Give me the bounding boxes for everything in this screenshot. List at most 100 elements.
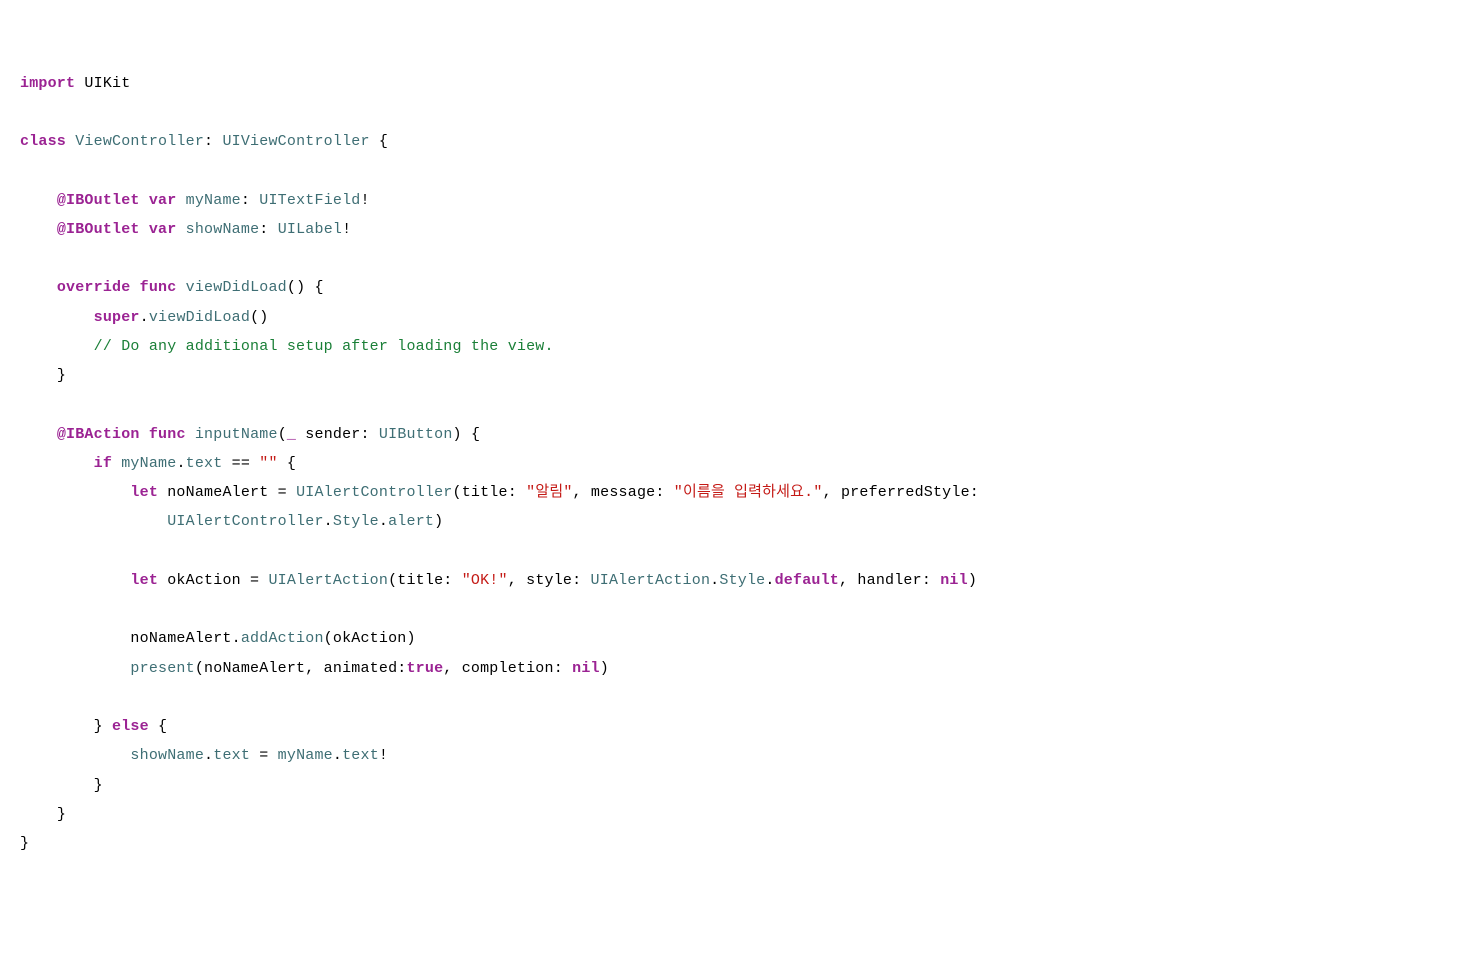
- brace: {: [149, 718, 167, 735]
- keyword-func: func: [149, 426, 186, 443]
- code-line: }: [20, 806, 66, 823]
- code-line: }: [20, 367, 66, 384]
- code-line: @IBOutlet var showName: UILabel!: [20, 221, 351, 238]
- keyword-let: let: [130, 484, 158, 501]
- bang: !: [379, 747, 388, 764]
- var-name: showName: [186, 221, 260, 238]
- dot: .: [324, 513, 333, 530]
- param: sender:: [296, 426, 379, 443]
- code-line: @IBAction func inputName(_ sender: UIBut…: [20, 426, 480, 443]
- brace: }: [94, 718, 112, 735]
- code-line: @IBOutlet var myName: UITextField!: [20, 192, 370, 209]
- var-name: myName: [186, 192, 241, 209]
- var-ref: showName: [130, 747, 204, 764]
- dot: .: [204, 747, 213, 764]
- string: "이름을 입력하세요.": [674, 484, 823, 501]
- assign: noNameAlert =: [158, 484, 296, 501]
- enum-case: alert: [388, 513, 434, 530]
- arg: , style:: [508, 572, 591, 589]
- brace: {: [370, 133, 388, 150]
- keyword-default: default: [775, 572, 839, 589]
- paren: ): [968, 572, 977, 589]
- code-line: UIAlertController.Style.alert): [20, 513, 443, 530]
- dot: .: [333, 747, 342, 764]
- parens: (): [250, 309, 268, 326]
- attribute: @IBOutlet: [57, 192, 140, 209]
- brace: }: [57, 367, 66, 384]
- paren: ): [434, 513, 443, 530]
- args: (noNameAlert, animated:: [195, 660, 407, 677]
- brace: }: [94, 777, 103, 794]
- code-line: class ViewController: UIViewController {: [20, 133, 388, 150]
- code-line: if myName.text == "" {: [20, 455, 296, 472]
- type-name: UILabel: [278, 221, 342, 238]
- code-line: override func viewDidLoad() {: [20, 279, 324, 296]
- code-line: import UIKit: [20, 75, 130, 92]
- brace: }: [57, 806, 66, 823]
- punct: :: [241, 192, 259, 209]
- arg: , completion:: [443, 660, 572, 677]
- code-line: } else {: [20, 718, 167, 735]
- keyword-var: var: [149, 192, 177, 209]
- paren: (: [278, 426, 287, 443]
- brace: }: [20, 835, 29, 852]
- dot: .: [765, 572, 774, 589]
- keyword-import: import: [20, 75, 75, 92]
- dot: .: [379, 513, 388, 530]
- arg: (title:: [453, 484, 527, 501]
- keyword-nil: nil: [572, 660, 600, 677]
- dot: .: [176, 455, 185, 472]
- method-call: viewDidLoad: [149, 309, 250, 326]
- module-name: UIKit: [84, 75, 130, 92]
- code-line: }: [20, 835, 29, 852]
- func-name: inputName: [195, 426, 278, 443]
- code-block: import UIKit class ViewController: UIVie…: [20, 69, 1444, 859]
- keyword-override: override: [57, 279, 131, 296]
- keyword-class: class: [20, 133, 66, 150]
- arg: , preferredStyle:: [823, 484, 979, 501]
- code-line: showName.text = myName.text!: [20, 747, 388, 764]
- func-name: viewDidLoad: [186, 279, 287, 296]
- type-name: Style: [333, 513, 379, 530]
- property: text: [213, 747, 250, 764]
- op: =: [250, 747, 278, 764]
- arg: , handler:: [839, 572, 940, 589]
- type-name: UIAlertAction: [268, 572, 388, 589]
- paren-brace: ) {: [453, 426, 481, 443]
- dot: .: [140, 309, 149, 326]
- attribute: @IBOutlet: [57, 221, 140, 238]
- property: text: [342, 747, 379, 764]
- keyword-true: true: [406, 660, 443, 677]
- code-line: super.viewDidLoad(): [20, 309, 268, 326]
- brace: {: [278, 455, 296, 472]
- superclass: UIViewController: [222, 133, 369, 150]
- string: "OK!": [462, 572, 508, 589]
- underscore: _: [287, 426, 296, 443]
- type-name: UIAlertController: [167, 513, 323, 530]
- var-ref: myName: [121, 455, 176, 472]
- type-name: UIAlertController: [296, 484, 452, 501]
- keyword-if: if: [94, 455, 112, 472]
- code-line: // Do any additional setup after loading…: [20, 338, 554, 355]
- type-name: UITextField: [259, 192, 360, 209]
- paren: ): [600, 660, 609, 677]
- keyword-else: else: [112, 718, 149, 735]
- keyword-var: var: [149, 221, 177, 238]
- code-line: present(noNameAlert, animated:true, comp…: [20, 660, 609, 677]
- code-line: let okAction = UIAlertAction(title: "OK!…: [20, 572, 977, 589]
- keyword-nil: nil: [940, 572, 968, 589]
- type-name: UIButton: [379, 426, 453, 443]
- code-line: }: [20, 777, 103, 794]
- punct: :: [259, 221, 277, 238]
- obj: noNameAlert.: [130, 630, 240, 647]
- attribute: @IBAction: [57, 426, 140, 443]
- comment: // Do any additional setup after loading…: [94, 338, 554, 355]
- property: text: [186, 455, 223, 472]
- method-call: addAction: [241, 630, 324, 647]
- type-name: Style: [719, 572, 765, 589]
- method-call: present: [130, 660, 194, 677]
- code-line: noNameAlert.addAction(okAction): [20, 630, 416, 647]
- arg: (title:: [388, 572, 462, 589]
- keyword-super: super: [94, 309, 140, 326]
- code-line: let noNameAlert = UIAlertController(titl…: [20, 484, 979, 501]
